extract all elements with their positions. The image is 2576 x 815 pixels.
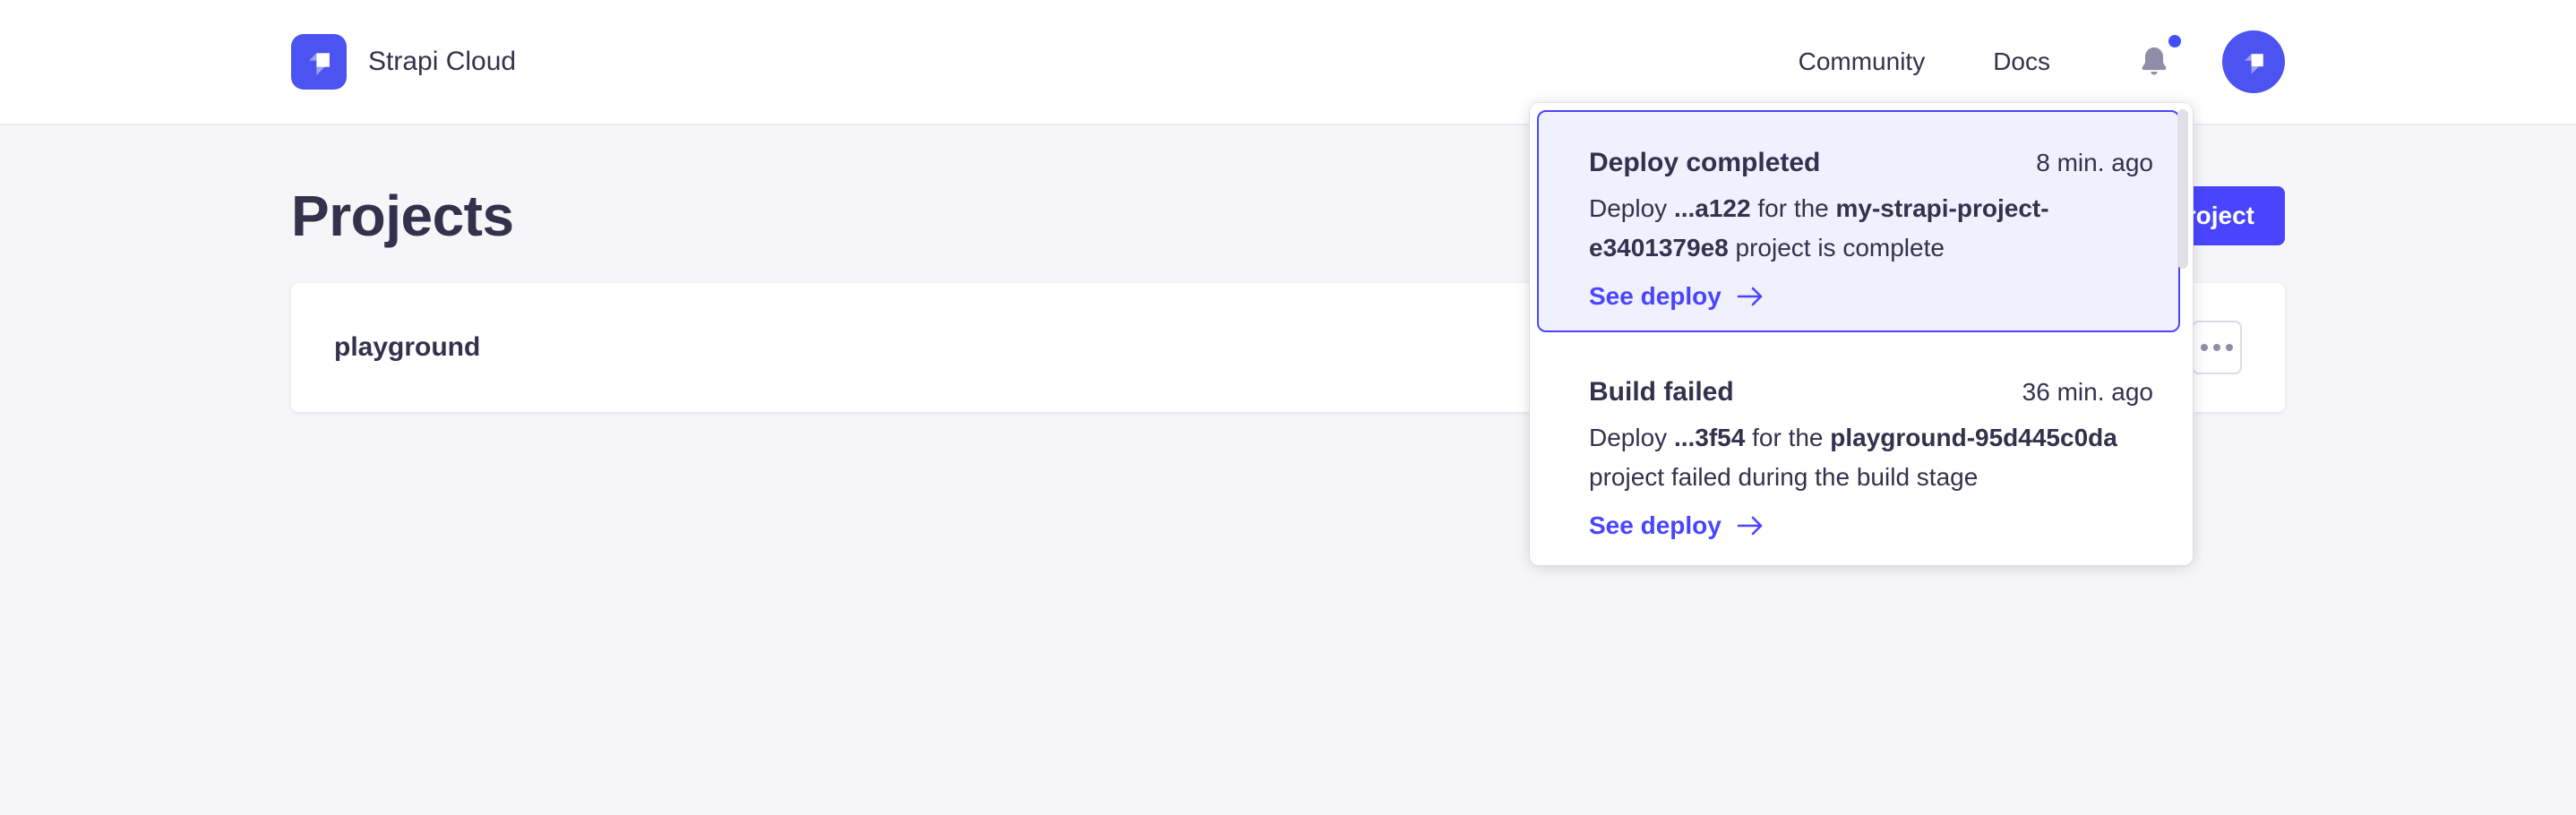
notification-body: Deploy ...3f54 for the playground-95d445… — [1589, 418, 2162, 497]
strapi-avatar-icon — [2236, 44, 2271, 80]
page-title: Projects — [291, 183, 514, 249]
notifications-bell-button[interactable] — [2136, 42, 2172, 82]
nav-link-community[interactable]: Community — [1799, 47, 1926, 76]
ellipsis-icon — [2201, 344, 2208, 351]
see-deploy-link[interactable]: See deploy — [1589, 279, 2153, 314]
notification-item-build-failed[interactable]: Build failed 36 min. ago Deploy ...3f54 … — [1537, 339, 2180, 558]
strapi-logo-icon — [291, 34, 347, 90]
notification-item-deploy-completed[interactable]: Deploy completed 8 min. ago Deploy ...a1… — [1537, 110, 2180, 332]
arrow-right-icon — [1736, 514, 1765, 537]
arrow-right-icon — [1736, 285, 1765, 308]
project-name: playground — [334, 332, 480, 363]
brand-name: Strapi Cloud — [368, 47, 516, 77]
unread-dot — [2168, 35, 2181, 47]
notification-title: Build failed — [1589, 375, 1734, 409]
scrollbar-thumb[interactable] — [2177, 109, 2188, 269]
see-deploy-link[interactable]: See deploy — [1589, 508, 2153, 544]
user-avatar-button[interactable] — [2222, 30, 2285, 93]
notifications-dropdown: Deploy completed 8 min. ago Deploy ...a1… — [1530, 103, 2193, 565]
bell-icon — [2136, 42, 2172, 82]
project-more-button[interactable] — [2192, 321, 2242, 374]
notification-body: Deploy ...a122 for the my-strapi-project… — [1589, 189, 2162, 268]
top-nav: Community Docs — [1799, 30, 2285, 93]
notification-title: Deploy completed — [1589, 146, 1820, 180]
notification-time: 8 min. ago — [2036, 146, 2153, 180]
brand-home-link[interactable]: Strapi Cloud — [291, 34, 516, 90]
notification-time: 36 min. ago — [2022, 375, 2153, 409]
nav-link-docs[interactable]: Docs — [1993, 47, 2050, 76]
